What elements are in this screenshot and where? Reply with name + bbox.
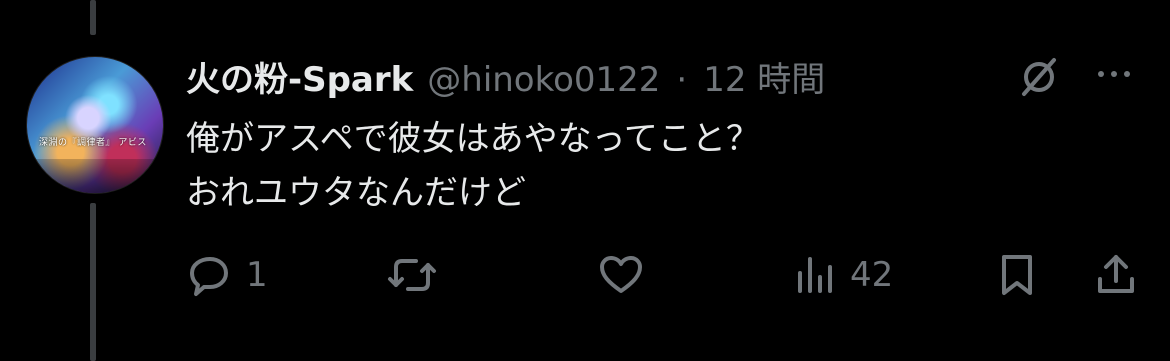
- more-icon[interactable]: [1094, 62, 1134, 86]
- reply-button[interactable]: 1: [186, 245, 268, 305]
- like-button[interactable]: [596, 245, 658, 305]
- thread-line-top: [90, 0, 96, 35]
- bookmark-icon: [996, 251, 1038, 299]
- tweet-time[interactable]: 12 時間: [703, 60, 825, 100]
- tweet-header: 火の粉-Spark @hinoko0122 · 12 時間: [186, 52, 825, 100]
- views-icon: [794, 251, 838, 299]
- views-button[interactable]: 42: [794, 245, 893, 305]
- avatar[interactable]: 深淵の『調律者』 アビス: [26, 56, 164, 194]
- user-handle[interactable]: @hinoko0122: [427, 60, 660, 100]
- reply-icon: [186, 251, 234, 299]
- heart-icon: [596, 251, 646, 299]
- tweet-actions: 1 42: [186, 245, 1136, 305]
- bookmark-button[interactable]: [996, 245, 1038, 305]
- separator-dot: ·: [676, 60, 688, 100]
- reply-count: 1: [246, 255, 268, 295]
- views-count: 42: [850, 255, 894, 295]
- share-button[interactable]: [1094, 245, 1138, 305]
- thread-line-bottom: [90, 203, 96, 361]
- retweet-icon: [386, 251, 438, 299]
- display-name[interactable]: 火の粉-Spark: [186, 60, 413, 100]
- avatar-caption: 深淵の『調律者』 アビス: [39, 138, 147, 148]
- avatar-strip: [27, 159, 163, 193]
- grok-icon[interactable]: [1015, 53, 1063, 101]
- share-icon: [1094, 251, 1138, 299]
- tweet-text: 俺がアスペで彼女はあやなってこと？ おれユウタなんだけど: [186, 119, 760, 213]
- retweet-button[interactable]: [386, 245, 450, 305]
